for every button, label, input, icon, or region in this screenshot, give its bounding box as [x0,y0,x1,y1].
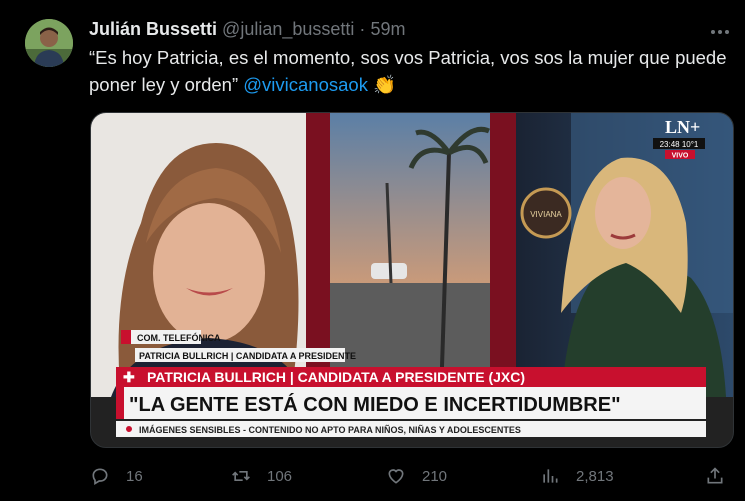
more-icon [711,30,729,34]
like-count: 210 [422,467,448,485]
tweet: Julián Bussetti @julian_bussetti · 59m “… [0,0,745,501]
repost-button[interactable]: 106 [231,458,292,494]
like-button[interactable]: 210 [386,458,447,494]
tweet-media[interactable]: VIVIANA LN+ 23:48 10°1 VIVO COM. TELEFÓN… [90,112,734,448]
share-button[interactable] [705,458,741,494]
clap-emoji: 👏 [373,74,397,95]
live-badge: VIVO [672,153,689,160]
caller-tag: COM. TELEFÓNICA [137,332,221,343]
share-icon [707,467,723,484]
mention-link[interactable]: @vivicanosaok [243,74,368,95]
reply-icon [92,468,108,485]
video-frame: VIVIANA LN+ 23:48 10°1 VIVO COM. TELEFÓN… [91,113,733,437]
studio-sign: VIVIANA [530,210,562,219]
caller-name: PATRICIA BULLRICH | CANDIDATA A PRESIDEN… [139,351,356,361]
tweet-text: “Es hoy Patricia, es el momento, sos vos… [89,44,729,98]
tweet-quote: “Es hoy Patricia, es el momento, sos vos… [89,47,727,95]
action-bar: 16 106 210 2,813 [0,458,745,494]
svg-text:✚: ✚ [123,369,135,385]
headline-top: PATRICIA BULLRICH | CANDIDATA A PRESIDEN… [147,369,525,385]
avatar-image [25,19,73,67]
avatar[interactable] [25,19,73,67]
timestamp[interactable]: 59m [370,19,405,39]
channel-logo: LN+ [665,117,700,137]
user-handle[interactable]: @julian_bussetti [222,19,354,39]
like-icon [388,469,404,484]
more-button[interactable] [706,22,734,42]
display-name[interactable]: Julián Bussetti [89,19,217,39]
broadcast-clock: 23:48 10°1 [660,140,699,149]
views-button[interactable]: 2,813 [540,458,614,494]
reply-button[interactable]: 16 [90,458,143,494]
tweet-header: Julián Bussetti @julian_bussetti · 59m [89,19,405,40]
repost-count: 106 [267,467,293,485]
views-icon [543,469,558,483]
repost-icon [232,471,250,481]
separator: · [359,19,366,39]
view-count: 2,813 [576,467,614,485]
reply-count: 16 [126,467,143,485]
